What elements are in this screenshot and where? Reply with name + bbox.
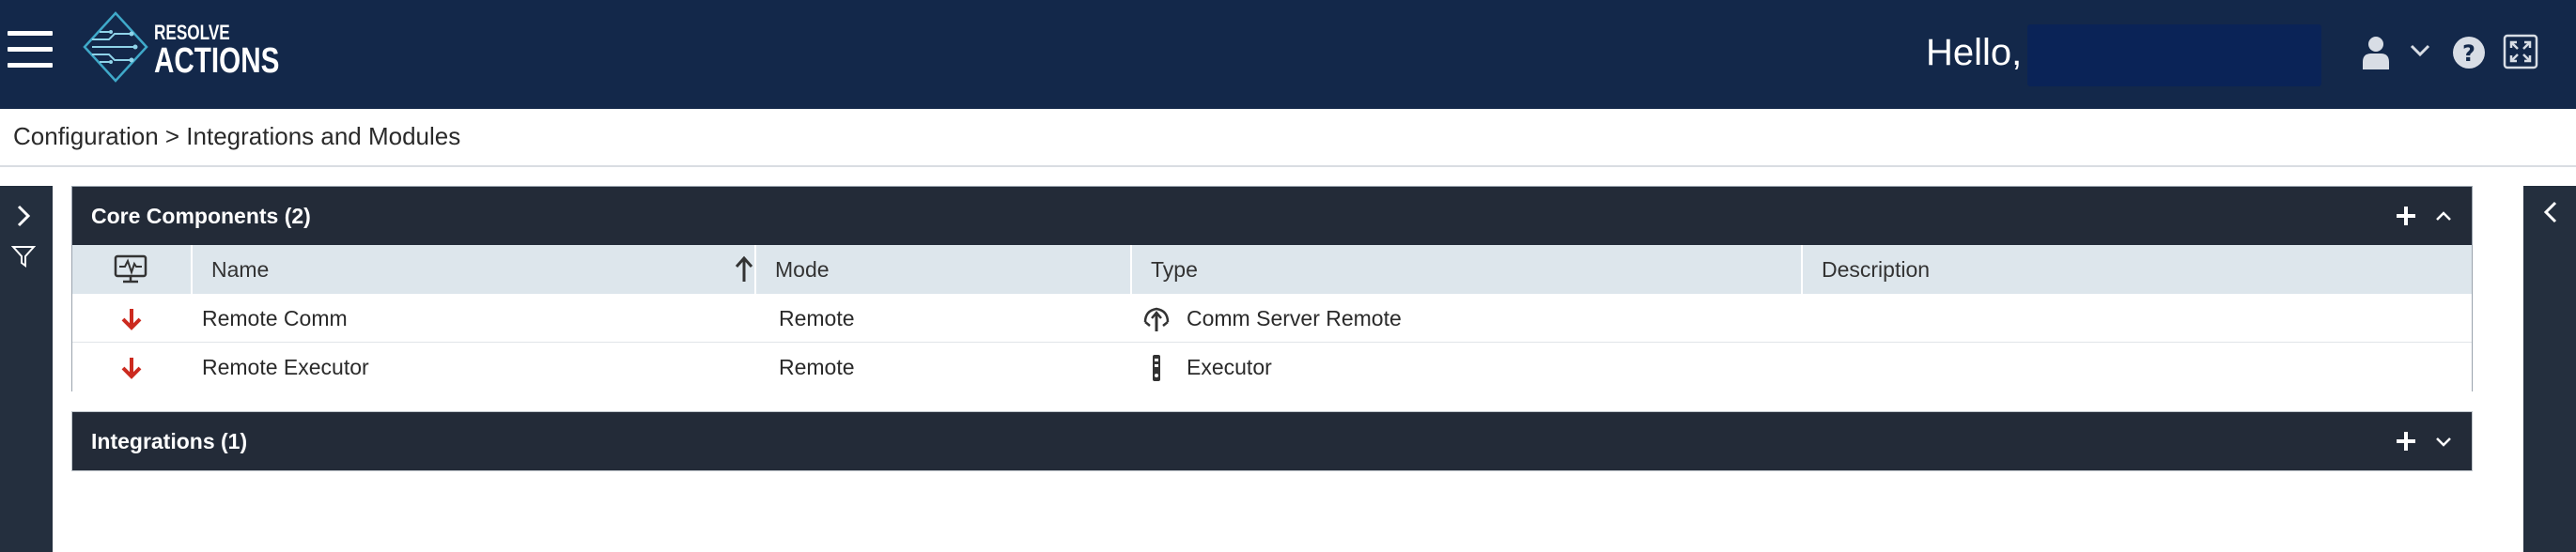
breadcrumb: Configuration > Integrations and Modules [13, 122, 461, 150]
chevron-down-icon[interactable] [2434, 434, 2453, 449]
core-components-header[interactable]: Core Components (2) [72, 187, 2472, 245]
chevron-right-icon[interactable] [11, 203, 36, 229]
right-side-rail [2523, 186, 2576, 552]
column-header-name-label: Name [211, 257, 270, 282]
core-components-panel: Core Components (2) Name Mode Type Descr… [71, 186, 2473, 391]
fullscreen-icon[interactable] [2503, 34, 2538, 69]
arrow-down-icon [121, 309, 142, 330]
filter-icon[interactable] [11, 244, 36, 268]
cell-mode: Remote [779, 306, 855, 330]
cell-type: Comm Server Remote [1187, 306, 1402, 330]
top-header: RESOLVE ACTIONS Hello, ? [0, 0, 2576, 109]
panel-title: Core Components (2) [91, 204, 311, 228]
column-header-type[interactable]: Type [1132, 245, 1803, 294]
integrations-panel: Integrations (1) [71, 411, 2473, 471]
panel-title: Integrations (1) [91, 429, 248, 453]
logo-text-top: RESOLVE [154, 21, 230, 44]
column-header-description[interactable]: Description [1803, 245, 2474, 294]
executor-icon [1153, 355, 1160, 381]
sort-ascending-icon[interactable] [734, 255, 754, 284]
chevron-left-icon[interactable] [2538, 199, 2563, 225]
integrations-header[interactable]: Integrations (1) [72, 412, 2472, 470]
table-header: Name Mode Type Description [72, 245, 2472, 294]
monitor-icon [114, 254, 147, 284]
svg-text:?: ? [2462, 40, 2475, 67]
username-redacted [2027, 24, 2321, 86]
breadcrumb-divider [0, 165, 2576, 167]
table-row[interactable]: Remote Comm Remote Comm Server Remote [72, 294, 2472, 343]
table-row[interactable]: Remote Executor Remote Executor [72, 343, 2472, 391]
arrow-down-icon [121, 358, 142, 379]
column-header-mode[interactable]: Mode [756, 245, 1132, 294]
greeting-text: Hello, [1926, 32, 2023, 73]
logo-text-bottom: ACTIONS [154, 41, 280, 81]
comm-server-icon [1143, 307, 1170, 331]
hamburger-menu-icon[interactable] [8, 31, 53, 69]
column-status[interactable] [72, 245, 193, 294]
cell-name: Remote Comm [202, 306, 348, 330]
left-filter-rail [0, 186, 53, 552]
cell-name: Remote Executor [202, 355, 369, 379]
chevron-up-icon[interactable] [2434, 208, 2453, 223]
column-header-name[interactable]: Name [193, 245, 756, 294]
add-icon[interactable] [2395, 430, 2417, 452]
add-icon[interactable] [2395, 205, 2417, 227]
chevron-down-icon[interactable] [2409, 43, 2431, 58]
help-icon[interactable]: ? [2452, 36, 2486, 69]
cell-type: Executor [1187, 355, 1272, 379]
app-logo[interactable]: RESOLVE ACTIONS [83, 11, 279, 83]
user-icon[interactable] [2362, 36, 2390, 69]
cell-mode: Remote [779, 355, 855, 379]
